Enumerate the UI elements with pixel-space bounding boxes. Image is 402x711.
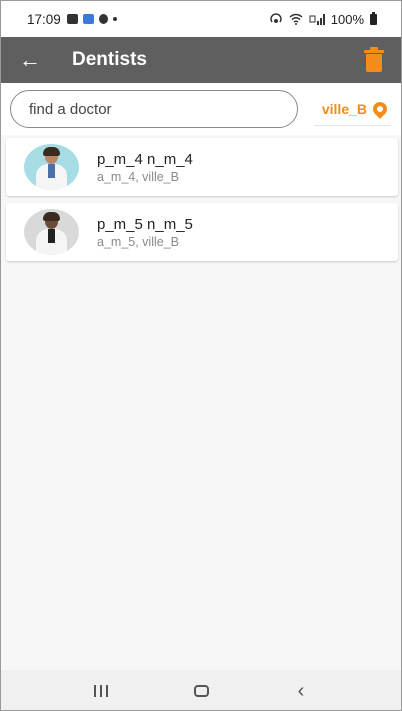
system-nav-bar: ‹ — [1, 670, 401, 710]
app-bar: ← Dentists — [1, 37, 401, 83]
doctor-card[interactable]: p_m_4 n_m_4 a_m_4, ville_B — [6, 138, 398, 196]
recents-button[interactable] — [86, 676, 116, 706]
signal-icon — [309, 14, 325, 25]
doctor-info: p_m_4 n_m_4 a_m_4, ville_B — [97, 150, 193, 185]
trash-body — [366, 54, 382, 72]
location-label: ville_B — [321, 100, 367, 117]
battery-percent: 100% — [330, 11, 364, 27]
map-pin-icon — [370, 98, 390, 119]
search-row: ville_B — [1, 83, 401, 135]
home-button[interactable] — [186, 676, 216, 706]
hotspot-icon — [270, 13, 282, 23]
location-selector[interactable]: ville_B — [313, 93, 391, 126]
doctor-list: p_m_4 n_m_4 a_m_4, ville_B p_m_5 n_m_5 a… — [6, 138, 398, 268]
avatar-hair — [43, 212, 60, 221]
wifi-icon — [289, 13, 303, 25]
home-icon — [193, 685, 209, 697]
doctor-avatar — [24, 144, 79, 190]
doctor-name: p_m_5 n_m_5 — [97, 215, 193, 233]
system-back-button[interactable]: ‹ — [286, 676, 316, 706]
more-notifications-icon — [112, 17, 117, 21]
doctor-address: a_m_5, ville_B — [97, 234, 179, 249]
doctor-card[interactable]: p_m_5 n_m_5 a_m_5, ville_B — [6, 203, 398, 261]
doctor-name: p_m_4 n_m_4 — [97, 150, 193, 168]
notification-icons — [66, 14, 117, 24]
trash-icon[interactable] — [363, 47, 387, 73]
status-bar: 17:09 100% — [1, 1, 401, 37]
back-arrow-icon[interactable]: ← — [19, 49, 47, 71]
trash-lid — [364, 50, 384, 53]
phone-screen: 17:09 100% ← Dentists ville_B — [0, 0, 402, 711]
battery-icon — [370, 11, 377, 25]
status-time: 17:09 — [27, 11, 61, 27]
doctor-info: p_m_5 n_m_5 a_m_5, ville_B — [97, 215, 193, 250]
doctor-avatar — [24, 209, 79, 255]
app-notification-icon — [82, 14, 94, 24]
page-title: Dentists — [72, 49, 147, 70]
avatar-hair — [43, 147, 60, 156]
doctor-address: a_m_4, ville_B — [97, 169, 179, 184]
notification-icon — [98, 14, 108, 24]
gallery-icon — [66, 14, 78, 24]
status-right: 100% — [269, 11, 377, 27]
avatar-shirt — [48, 229, 55, 243]
chevron-left-icon: ‹ — [297, 680, 305, 702]
avatar-shirt — [48, 164, 55, 178]
recents-icon — [94, 685, 108, 697]
search-input[interactable] — [10, 90, 298, 128]
